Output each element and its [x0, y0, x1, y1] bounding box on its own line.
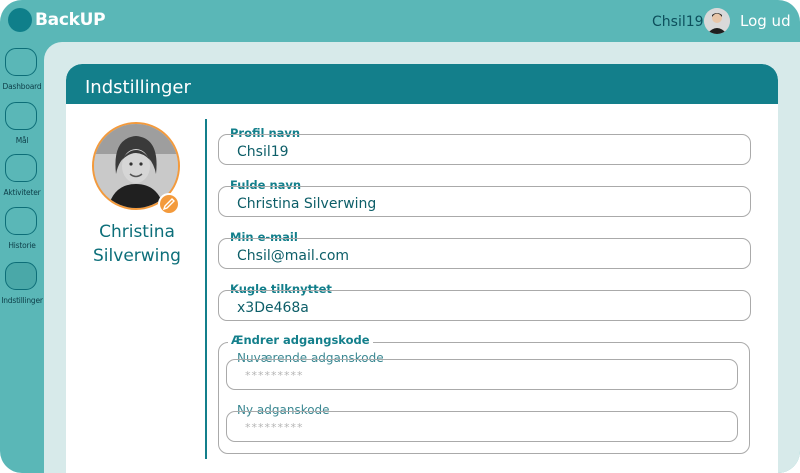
sidebar-item-label: Historie — [8, 241, 36, 250]
sidebar-item-history[interactable]: Historie — [0, 207, 44, 259]
sidebar-item-label: Indstillinger — [1, 296, 43, 305]
profile-last-name: Silverwing — [93, 246, 181, 266]
pencil-icon — [162, 198, 175, 211]
edit-photo-button[interactable] — [158, 193, 180, 215]
activities-icon — [5, 154, 37, 182]
sidebar-item-activities[interactable]: Aktiviteter — [0, 154, 44, 206]
header-username: Chsil19 — [652, 14, 704, 30]
new-password-input[interactable]: ********* — [226, 411, 738, 442]
profile-full-name: Christina Silverwing — [86, 220, 188, 268]
sidebar-item-dashboard[interactable]: Dashboard — [0, 48, 44, 100]
sidebar: Dashboard Mål Aktiviteter Historie Indst… — [0, 44, 44, 473]
card-header: Indstillinger — [66, 64, 778, 104]
avatar[interactable] — [704, 8, 730, 34]
ball-input[interactable]: x3De468a — [218, 290, 751, 321]
sidebar-item-settings[interactable]: Indstillinger — [0, 262, 44, 314]
profile-name-input[interactable]: Chsil19 — [218, 134, 751, 165]
logout-button[interactable]: Log ud — [740, 12, 791, 30]
logo-icon — [8, 8, 32, 32]
sidebar-item-label: Dashboard — [2, 82, 42, 91]
history-icon — [5, 207, 37, 235]
dashboard-icon — [5, 48, 37, 76]
top-bar: BackUP Chsil19 Log ud — [0, 0, 800, 42]
goals-icon — [5, 102, 37, 130]
password-group-label: Ændrer adgangskode — [228, 333, 373, 347]
sidebar-item-label: Aktiviteter — [3, 188, 41, 197]
current-password-input[interactable]: ********* — [226, 359, 738, 390]
vertical-divider — [205, 119, 207, 459]
app-name: BackUP — [35, 10, 106, 30]
sidebar-item-label: Mål — [15, 136, 29, 145]
app-frame: BackUP Chsil19 Log ud Dashboard Mål Akti… — [0, 0, 800, 473]
page-title: Indstillinger — [85, 77, 191, 98]
profile-first-name: Christina — [99, 222, 175, 242]
full-name-input[interactable]: Christina Silverwing — [218, 186, 751, 217]
settings-icon — [5, 262, 37, 290]
email-input[interactable]: Chsil@mail.com — [218, 238, 751, 269]
sidebar-item-goals[interactable]: Mål — [0, 102, 44, 154]
user-avatar-icon — [704, 8, 730, 34]
